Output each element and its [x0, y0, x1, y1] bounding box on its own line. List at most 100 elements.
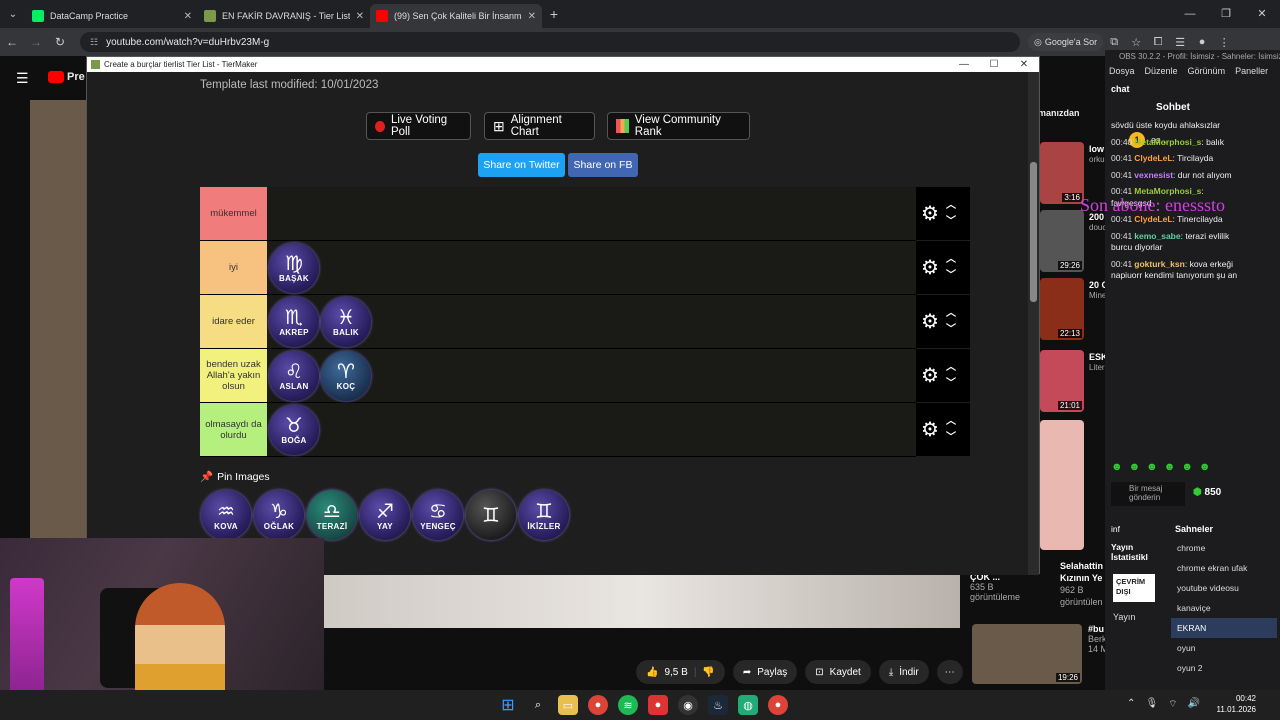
scrollbar-thumb[interactable]: [1030, 162, 1037, 302]
gear-icon[interactable]: ⚙: [918, 202, 942, 226]
rec-thumbnail[interactable]: [1040, 420, 1084, 550]
emote-icon[interactable]: ☻: [1199, 461, 1211, 473]
community-rank-button[interactable]: View Community Rank: [607, 112, 750, 140]
menu-icon[interactable]: ⋮: [1213, 36, 1235, 49]
share-twitter-button[interactable]: Share on Twitter: [478, 153, 565, 177]
emote-icon[interactable]: ☻: [1146, 461, 1158, 473]
move-up-icon[interactable]: ︿: [946, 308, 956, 320]
move-up-icon[interactable]: ︿: [946, 362, 956, 374]
globe-icon[interactable]: ◍: [738, 695, 758, 715]
install-icon[interactable]: ⧉: [1103, 36, 1125, 49]
gear-icon[interactable]: ⚙: [918, 418, 942, 442]
tier-items[interactable]: ♉ BOĞA: [267, 403, 916, 456]
zodiac-card[interactable]: ♐ YAY: [360, 490, 410, 540]
menu-gorunum[interactable]: Görünüm: [1188, 66, 1226, 76]
chevron-up-icon[interactable]: ⌃: [1127, 698, 1135, 711]
scene-item[interactable]: EKRAN: [1171, 618, 1277, 638]
address-bar[interactable]: ☷ youtube.com/watch?v=duHrbv23M-g: [80, 32, 1020, 52]
close-tab-icon[interactable]: ✕: [184, 11, 192, 22]
close-window-icon[interactable]: ✕: [1009, 57, 1039, 72]
close-window-icon[interactable]: ✕: [1244, 0, 1280, 28]
move-down-icon[interactable]: ﹀: [946, 270, 956, 282]
network-icon[interactable]: ⌔: [1168, 698, 1177, 711]
zodiac-card[interactable]: ♏ AKREP: [269, 296, 319, 347]
message-user[interactable]: ClydeLeL: [1134, 153, 1172, 163]
rec-thumbnail[interactable]: 29:26: [1040, 210, 1084, 272]
tier-items[interactable]: [267, 187, 916, 240]
minimize-icon[interactable]: —: [949, 57, 979, 72]
chrome-icon[interactable]: ●: [588, 695, 608, 715]
rec-text[interactable]: ÇOK ... 635 B görüntüleme: [970, 572, 1040, 602]
download-button[interactable]: ⤓ İndir: [878, 660, 929, 684]
emote-icon[interactable]: ☻: [1164, 461, 1176, 473]
rec-thumbnail[interactable]: 3:16: [1040, 142, 1084, 204]
tier-label[interactable]: olmasaydı da olurdu: [200, 403, 267, 456]
stats-label[interactable]: Yayın İstatistikl: [1111, 542, 1161, 562]
reading-list-icon[interactable]: ☰: [1169, 36, 1191, 49]
emote-icon[interactable]: ☻: [1111, 461, 1123, 473]
gear-icon[interactable]: ⚙: [918, 310, 942, 334]
message-user[interactable]: kemo_sabe: [1134, 231, 1180, 241]
move-up-icon[interactable]: ︿: [946, 254, 956, 266]
site-info-icon[interactable]: ☷: [90, 37, 98, 48]
tier-label[interactable]: idare eder: [200, 295, 267, 348]
rec-thumbnail[interactable]: 21:01: [1040, 350, 1084, 412]
zodiac-card[interactable]: ♋ YENGEÇ: [413, 490, 463, 540]
save-button[interactable]: ⊡ Kaydet: [805, 660, 871, 684]
message-user[interactable]: vexnesist: [1134, 170, 1173, 180]
channel-points[interactable]: ⬢ 850: [1193, 487, 1221, 498]
zodiac-card[interactable]: ♊: [466, 490, 516, 540]
scene-item[interactable]: chrome ekran ufak: [1171, 558, 1277, 578]
move-down-icon[interactable]: ﹀: [946, 324, 956, 336]
emote-icon[interactable]: ☻: [1181, 461, 1193, 473]
zodiac-card[interactable]: ♑ OĞLAK: [254, 490, 304, 540]
zodiac-card[interactable]: ♎ TERAZİ: [307, 490, 357, 540]
move-up-icon[interactable]: ︿: [946, 200, 956, 212]
message-user[interactable]: gokturk_ksn: [1134, 259, 1185, 269]
extensions-icon[interactable]: ⧠: [1147, 36, 1169, 49]
clock[interactable]: 00:42 11.01.2026: [1217, 693, 1256, 715]
move-down-icon[interactable]: ﹀: [946, 378, 956, 390]
minimize-icon[interactable]: —: [1172, 0, 1208, 28]
back-icon[interactable]: ←: [0, 35, 24, 49]
scrollbar[interactable]: [1028, 72, 1039, 575]
move-down-icon[interactable]: ﹀: [946, 216, 956, 228]
hamburger-menu-icon[interactable]: ☰: [16, 70, 29, 87]
rec-text[interactable]: Selahattin Kızının Ye 962 B görüntülen: [1060, 560, 1108, 608]
obs-icon[interactable]: ◉: [678, 695, 698, 715]
file-explorer-icon[interactable]: ▭: [558, 695, 578, 715]
menu-duzenle[interactable]: Düzenle: [1145, 66, 1178, 76]
more-button[interactable]: ⋯: [936, 660, 963, 684]
gear-icon[interactable]: ⚙: [918, 256, 942, 280]
zodiac-card[interactable]: ♈ KOÇ: [321, 350, 371, 401]
rec-thumbnail[interactable]: 19:26: [972, 624, 1082, 684]
emote-icon[interactable]: ☻: [1129, 461, 1141, 473]
scene-item[interactable]: oyun: [1171, 638, 1277, 658]
live-voting-button[interactable]: Live Voting Poll: [366, 112, 471, 140]
tier-label[interactable]: mükemmel: [200, 187, 267, 240]
scene-item[interactable]: youtube videosu: [1171, 578, 1277, 598]
chat-input[interactable]: Bir mesaj gönderin: [1111, 482, 1185, 506]
google-sor-button[interactable]: ◎ Google'a Sor: [1028, 33, 1104, 51]
recorder-icon[interactable]: ●: [648, 695, 668, 715]
scene-item[interactable]: oyun 2: [1171, 658, 1277, 678]
gear-icon[interactable]: ⚙: [918, 364, 942, 388]
volume-icon[interactable]: 🔊: [1188, 698, 1200, 711]
reload-icon[interactable]: ↻: [48, 35, 72, 49]
share-fb-button[interactable]: Share on FB: [568, 153, 638, 177]
bookmark-star-icon[interactable]: ☆: [1125, 36, 1147, 49]
thumb-down-icon[interactable]: 👎: [702, 667, 714, 678]
zodiac-card[interactable]: ♌ ASLAN: [269, 350, 319, 401]
tab-tierlist[interactable]: EN FAKİR DAVRANIŞ - Tier List ✕: [198, 4, 370, 28]
new-tab-icon[interactable]: +: [542, 6, 566, 22]
zodiac-card[interactable]: ♉ BOĞA: [269, 404, 319, 455]
close-tab-icon[interactable]: ✕: [528, 11, 536, 22]
forward-icon[interactable]: →: [24, 35, 48, 49]
spotify-icon[interactable]: ≋: [618, 695, 638, 715]
menu-paneller[interactable]: Paneller: [1235, 66, 1268, 76]
move-down-icon[interactable]: ﹀: [946, 432, 956, 444]
like-button[interactable]: 👍 9,5 B | 👎: [636, 660, 725, 684]
share-button[interactable]: ➦ Paylaş: [732, 660, 798, 684]
tab-search-icon[interactable]: ⌄: [0, 0, 26, 28]
close-tab-icon[interactable]: ✕: [356, 11, 364, 22]
